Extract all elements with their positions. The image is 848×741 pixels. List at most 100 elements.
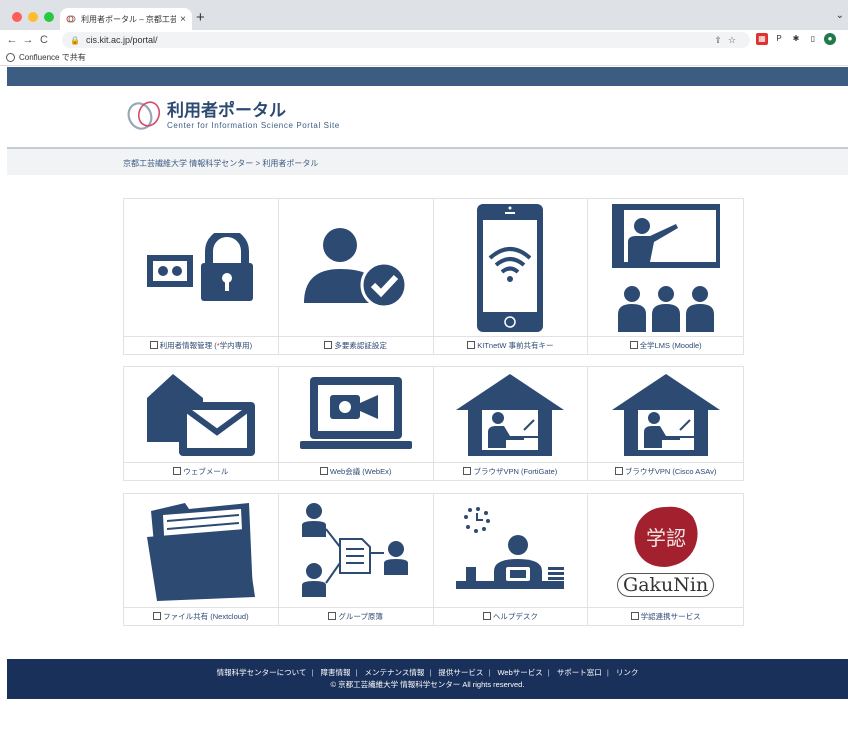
- extensions-puzzle-icon[interactable]: ✱: [790, 33, 802, 45]
- footer-link-about[interactable]: 情報科学センターについて: [217, 668, 307, 677]
- new-tab-button[interactable]: +: [196, 9, 205, 26]
- tile-user-info[interactable]: 利用者情報管理 (* 学内専用): [124, 199, 279, 354]
- forward-icon[interactable]: →: [20, 34, 36, 46]
- home-work-icon: [456, 373, 565, 456]
- tile-label: 全学LMS (Moodle): [639, 341, 702, 350]
- tile-label: ウェブメール: [183, 467, 229, 476]
- footer-copyright: © 京都工芸繊維大学 情報科学センター All rights reserved.: [330, 680, 525, 689]
- back-icon[interactable]: ←: [4, 34, 20, 46]
- footer-link-support[interactable]: サポート窓口: [557, 668, 602, 677]
- profile-avatar[interactable]: ●: [824, 33, 836, 45]
- external-link-icon: [319, 466, 328, 475]
- tile-label: Web会議 (WebEx): [329, 467, 392, 476]
- footer-separator: |: [311, 668, 314, 677]
- laptop-video-icon: [299, 376, 412, 449]
- footer-link-web-services[interactable]: Webサービス: [497, 668, 542, 677]
- external-link-icon: [149, 340, 158, 349]
- top-banner: [7, 67, 848, 86]
- tile-moodle[interactable]: 全学LMS (Moodle): [588, 199, 743, 354]
- external-link-icon: [629, 340, 638, 349]
- tile-kitnetw[interactable]: KITnetW 事前共有キー: [433, 199, 589, 354]
- home-work-icon: [611, 373, 720, 456]
- external-link-icon: [463, 466, 472, 475]
- folder-icon: [146, 502, 255, 601]
- external-link-icon: [173, 466, 182, 475]
- site-header: 利用者ポータル Center for Information Science P…: [7, 86, 848, 147]
- external-link-icon: [482, 611, 491, 620]
- reload-icon[interactable]: C: [36, 34, 52, 46]
- browser-tab[interactable]: 利用者ポータル – 京都工芸繊維大学 ×: [60, 8, 192, 30]
- bookmarks-bar: Confluence で共有: [0, 50, 848, 66]
- external-link-icon: [328, 611, 337, 620]
- footer-separator: |: [547, 668, 550, 677]
- close-window-button[interactable]: [12, 12, 22, 22]
- service-row-1: 利用者情報管理 (* 学内専用) 多要素認証設定 KITnetW 事前共有キー …: [123, 198, 744, 355]
- user-check-icon: [303, 227, 408, 308]
- helpdesk-icon: [456, 506, 565, 589]
- bookmark-confluence[interactable]: Confluence で共有: [19, 52, 86, 63]
- site-footer: 情報科学センターについて | 障害情報 | メンテナンス情報 | 提供サービス | We…: [7, 659, 848, 699]
- tile-label: ファイル共有 (Nextcloud): [163, 612, 249, 621]
- footer-separator: |: [355, 668, 358, 677]
- tile-label: 利用者情報管理 (: [159, 341, 217, 350]
- tile-label: KITnetW 事前共有キー: [477, 341, 554, 350]
- portal-logo-icon[interactable]: [125, 98, 165, 132]
- footer-link-incidents[interactable]: 障害情報: [320, 668, 350, 677]
- tile-nextcloud[interactable]: ファイル共有 (Nextcloud): [124, 494, 279, 625]
- external-link-icon: [614, 466, 623, 475]
- page-title[interactable]: 利用者ポータル: [167, 96, 286, 121]
- footer-links: 情報科学センターについて | 障害情報 | メンテナンス情報 | 提供サービス | We…: [7, 667, 848, 679]
- tile-label: グループ原簿: [338, 612, 383, 621]
- breadcrumb: 京都工芸繊維大学 情報科学センター > 利用者ポータル: [7, 147, 848, 175]
- tile-label: ヘルプデスク: [492, 612, 538, 621]
- url-text: cis.kit.ac.jp/portal/: [85, 35, 158, 45]
- tile-label-suffix: 学内専用): [219, 341, 253, 350]
- footer-separator: |: [488, 668, 491, 677]
- external-link-icon: [630, 611, 639, 620]
- group-doc-icon: [301, 502, 408, 597]
- external-link-icon: [467, 340, 476, 349]
- service-row-3: ファイル共有 (Nextcloud) グループ原簿 ヘルプデスク 学認 Gaku…: [123, 493, 744, 626]
- tile-label: 多要素認証設定: [334, 341, 387, 350]
- tile-webex[interactable]: Web会議 (WebEx): [278, 367, 434, 480]
- gakunin-wordmark: GakuNin: [617, 572, 715, 597]
- address-bar[interactable]: 🔒 cis.kit.ac.jp/portal/ ⇪☆: [62, 32, 750, 48]
- confluence-icon: [6, 53, 15, 62]
- share-bookmark-icons[interactable]: ⇪☆: [714, 35, 742, 46]
- tab-title: 利用者ポータル – 京都工芸繊維大学: [81, 14, 177, 24]
- service-row-2: ウェブメール Web会議 (WebEx) ブラウザVPN (FortiGate)…: [123, 366, 744, 481]
- classroom-icon: [611, 203, 720, 332]
- tab-close-icon[interactable]: ×: [180, 14, 186, 25]
- phone-wifi-icon: [477, 203, 544, 332]
- portal-favicon-icon: [66, 15, 76, 23]
- tile-vpn-fortigate[interactable]: ブラウザVPN (FortiGate): [433, 367, 589, 480]
- tile-webmail[interactable]: ウェブメール: [124, 367, 279, 480]
- breadcrumb-text[interactable]: 京都工芸繊維大学 情報科学センター > 利用者ポータル: [123, 159, 318, 168]
- page-subtitle: Center for Information Science Portal Si…: [167, 121, 340, 130]
- tab-search-icon[interactable]: ⌄: [836, 10, 844, 21]
- gakunin-seal-text: 学認: [646, 526, 686, 550]
- sidepanel-icon[interactable]: ▯: [807, 33, 819, 45]
- footer-link-services[interactable]: 提供サービス: [438, 668, 483, 677]
- footer-link-links[interactable]: リンク: [616, 668, 639, 677]
- tile-vpn-cisco[interactable]: ブラウザVPN (Cisco ASAv): [588, 367, 743, 480]
- minimize-window-button[interactable]: [28, 12, 38, 22]
- tile-gakunin[interactable]: 学認 GakuNin 学認連携サービス: [588, 494, 743, 625]
- footer-separator: |: [606, 668, 609, 677]
- mail-icon: [146, 373, 255, 456]
- extension-calendar-icon[interactable]: ▦: [756, 33, 768, 45]
- browser-toolbar: ← → C 🔒 cis.kit.ac.jp/portal/ ⇪☆: [0, 30, 848, 50]
- tile-label: 学認連携サービス: [640, 612, 701, 621]
- tile-group-registry[interactable]: グループ原簿: [278, 494, 434, 625]
- browser-tab-bar: 利用者ポータル – 京都工芸繊維大学 × + ⌄: [0, 0, 848, 30]
- tile-helpdesk[interactable]: ヘルプデスク: [433, 494, 589, 625]
- maximize-window-button[interactable]: [44, 12, 54, 22]
- extension-p-icon[interactable]: P: [773, 33, 785, 45]
- external-link-icon: [324, 340, 333, 349]
- gakunin-seal-icon: 学認: [634, 506, 698, 567]
- tile-label: ブラウザVPN (FortiGate): [473, 467, 558, 476]
- footer-separator: |: [429, 668, 432, 677]
- lock-icon: 🔒: [70, 35, 80, 45]
- footer-link-maintenance[interactable]: メンテナンス情報: [365, 668, 425, 677]
- tile-mfa[interactable]: 多要素認証設定: [278, 199, 434, 354]
